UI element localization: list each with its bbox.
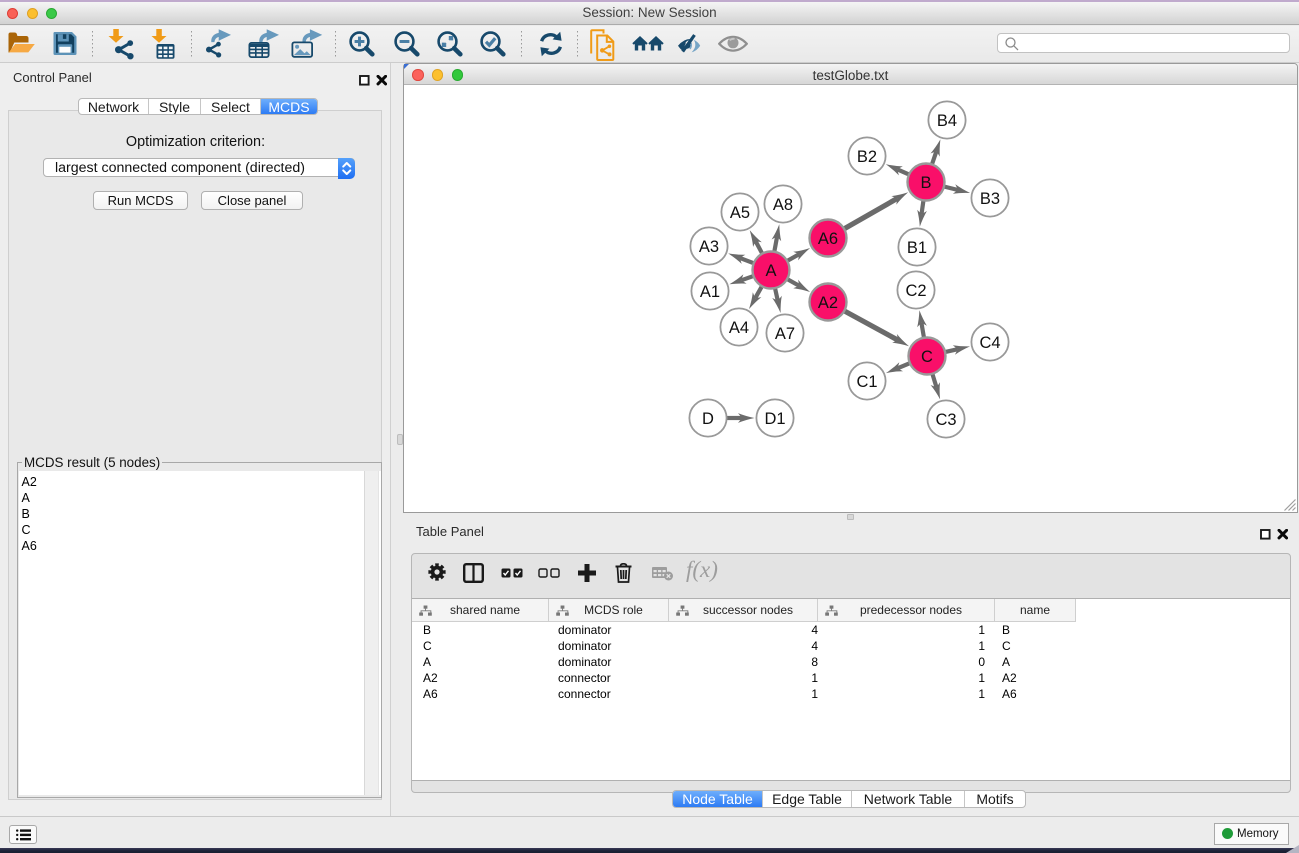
svg-text:A6: A6 <box>818 230 838 248</box>
svg-text:A7: A7 <box>775 325 795 343</box>
svg-text:C1: C1 <box>856 373 877 391</box>
svg-text:B3: B3 <box>980 190 1000 208</box>
svg-text:A3: A3 <box>699 238 719 256</box>
svg-text:B4: B4 <box>937 112 957 130</box>
svg-text:C2: C2 <box>905 282 926 300</box>
svg-text:A8: A8 <box>773 196 793 214</box>
svg-text:C3: C3 <box>935 411 956 429</box>
svg-text:B1: B1 <box>907 239 927 257</box>
svg-text:C: C <box>921 348 933 366</box>
svg-text:A1: A1 <box>700 283 720 301</box>
svg-text:B: B <box>920 174 931 192</box>
svg-text:D: D <box>702 410 714 428</box>
svg-text:A: A <box>765 262 776 280</box>
svg-text:A2: A2 <box>818 294 838 312</box>
svg-text:A5: A5 <box>730 204 750 222</box>
svg-text:D1: D1 <box>764 410 785 428</box>
svg-text:B2: B2 <box>857 148 877 166</box>
svg-text:C4: C4 <box>979 334 1000 352</box>
svg-text:A4: A4 <box>729 319 749 337</box>
